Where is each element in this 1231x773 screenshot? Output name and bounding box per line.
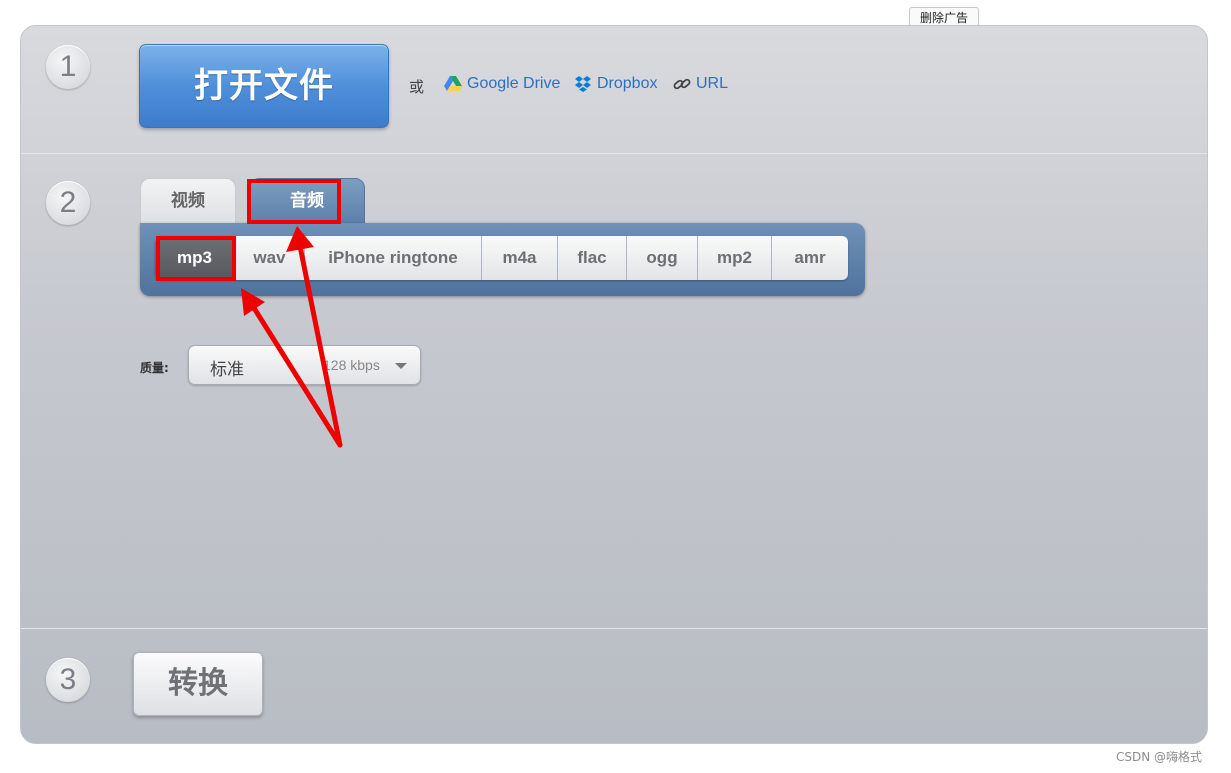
format-list: mp3 wav iPhone ringtone m4a flac ogg mp2… (155, 236, 848, 280)
dropbox-icon (574, 76, 592, 92)
or-text: 或 (409, 78, 425, 96)
format-mp2[interactable]: mp2 (698, 236, 772, 280)
format-flac[interactable]: flac (558, 236, 627, 280)
dropbox-link[interactable]: Dropbox (574, 75, 657, 93)
format-iphone-ringtone[interactable]: iPhone ringtone (305, 236, 482, 280)
google-drive-label: Google Drive (467, 75, 561, 92)
quality-bitrate: 128 kbps (323, 357, 380, 373)
watermark: CSDN @嗨格式 (1116, 750, 1203, 764)
tab-video[interactable]: 视频 (140, 178, 236, 224)
quality-label: 质量: (140, 361, 169, 375)
audio-format-bar: mp3 wav iPhone ringtone m4a flac ogg mp2… (140, 223, 865, 296)
format-wav[interactable]: wav (235, 236, 305, 280)
quality-value: 标准 (210, 360, 244, 380)
step-1-section: 1 打开文件 或 Google Drive Dropbox URL (21, 26, 1207, 154)
format-ogg[interactable]: ogg (627, 236, 698, 280)
highlight-box-mp3 (156, 236, 236, 281)
chevron-down-icon (395, 363, 407, 369)
url-label: URL (696, 75, 729, 92)
link-icon (673, 76, 691, 92)
step-3-number: 3 (46, 658, 90, 702)
open-file-button[interactable]: 打开文件 (139, 44, 389, 128)
step-2-section: 2 视频 音频 mp3 wav iPhone ringtone m4a flac… (21, 154, 1207, 629)
google-drive-link[interactable]: Google Drive (444, 75, 560, 93)
remove-ad-button[interactable]: 删除广告 (909, 7, 979, 27)
step-3-section: 3 转换 (21, 629, 1207, 743)
dropbox-label: Dropbox (597, 75, 658, 92)
url-link[interactable]: URL (673, 75, 728, 93)
quality-select[interactable]: 标准 128 kbps (188, 345, 421, 385)
convert-button[interactable]: 转换 (133, 652, 263, 716)
step-1-number: 1 (46, 45, 90, 89)
format-amr[interactable]: amr (772, 236, 848, 280)
highlight-box-audio-tab (247, 179, 341, 224)
google-drive-icon (444, 76, 462, 92)
converter-panel: 1 打开文件 或 Google Drive Dropbox URL 2 视频 音… (20, 25, 1208, 744)
format-m4a[interactable]: m4a (482, 236, 558, 280)
step-2-number: 2 (46, 181, 90, 225)
